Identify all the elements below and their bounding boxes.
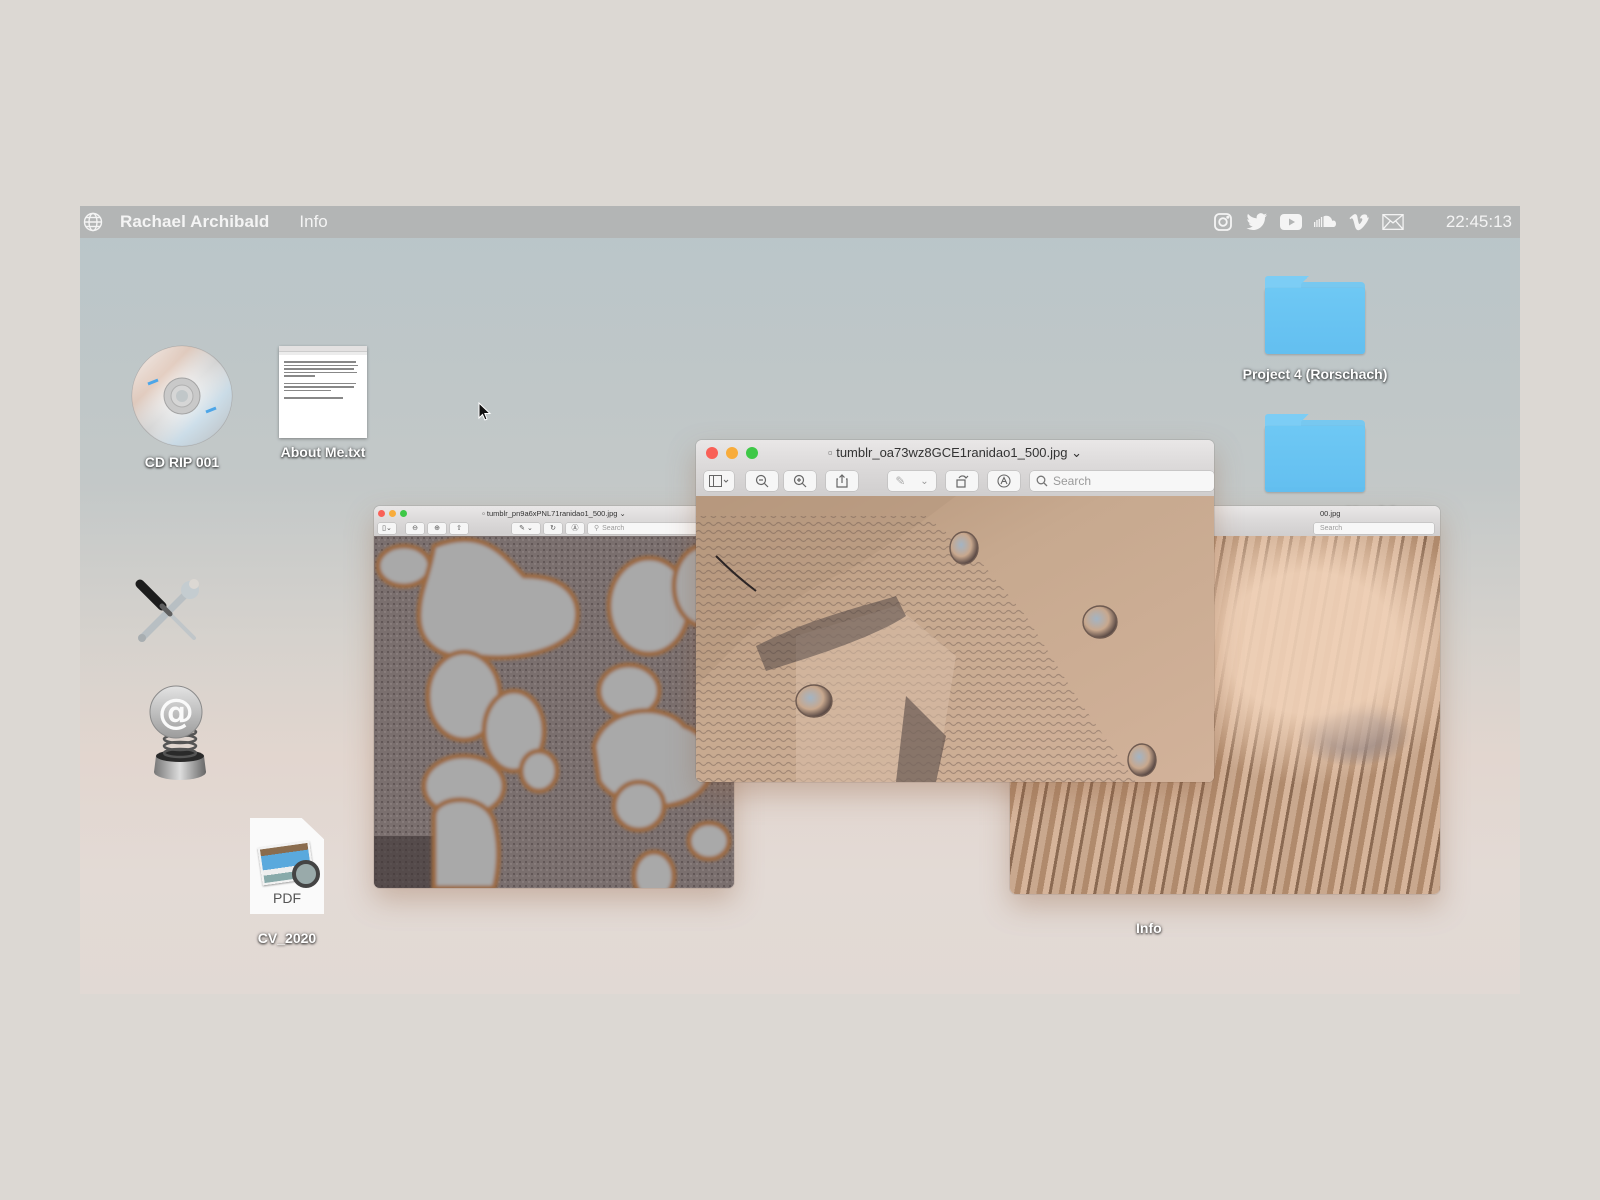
soundcloud-icon[interactable] [1313,211,1336,233]
window-titlebar[interactable]: ▫ tumblr_pn9a6xPNL71ranidao1_500.jpg ⌄ [374,506,734,520]
at-spring-icon: @ [149,685,206,780]
mouse-cursor-icon [478,402,492,421]
folder-icon [1265,276,1365,356]
menu-info[interactable]: Info [299,212,327,232]
pdf-icon: PDF [250,818,324,914]
preview-window-left[interactable]: ▫ tumblr_pn9a6xPNL71ranidao1_500.jpg ⌄ ▯… [374,506,734,888]
sidebar-toggle-button[interactable]: ▯⌄ [378,522,396,534]
tools-icon [135,579,199,642]
youtube-icon[interactable] [1279,211,1302,233]
image-canvas [696,496,1214,782]
instagram-icon[interactable] [1212,211,1234,233]
vimeo-icon[interactable] [1348,211,1370,233]
rorschach-image [374,536,734,888]
document-icon: ▫ [827,445,833,460]
desktop-item-cd-rip[interactable]: CD RIP 001 [131,344,233,470]
desktop-item-about-me[interactable]: About Me.txt [268,346,378,460]
search-icon: ⚲ [594,525,600,532]
menu-bar: Rachael Archibald Info 22:45:13 [80,206,1520,238]
rotate-button[interactable] [946,471,978,491]
water-droplet-image [696,496,1214,782]
document-icon: ▫ [482,508,485,518]
search-icon [1036,475,1048,487]
folder-icon [1265,414,1365,494]
chevron-down-icon[interactable]: ⌄ [620,509,626,518]
chevron-down-icon[interactable]: ⌄ [1071,445,1082,460]
rotate-button[interactable]: ↻ [544,522,562,534]
markup-button[interactable]: ✎ ⌄ [888,471,936,491]
desktop-item-label: CV_2020 [257,930,317,946]
svg-text:@: @ [158,692,194,733]
window-titlebar[interactable]: ▫ tumblr_oa73wz8GCE1ranidao1_500.jpg ⌄ [696,440,1214,466]
window-title: ▫ tumblr_pn9a6xPNL71ranidao1_500.jpg ⌄ [482,508,626,518]
desktop-item-label: Project 4 (Rorschach) [1242,366,1388,382]
cd-icon [131,345,233,447]
desktop-item-cv[interactable]: PDF CV_2020 [242,818,332,946]
desktop-item-tools[interactable] [132,578,204,644]
markup-button[interactable]: ✎ ⌄ [512,522,540,534]
desktop-item-label: About Me.txt [280,444,366,460]
chevron-down-icon[interactable]: ⌄ [920,476,928,487]
mail-icon[interactable] [1382,211,1404,233]
zoom-out-button[interactable]: ⊖ [406,522,424,534]
annotate-button[interactable]: Ⓐ [566,522,584,534]
zoom-in-button[interactable] [784,471,816,491]
pdf-badge: PDF [273,890,301,906]
folder-project-4[interactable]: Project 4 (Rorschach) [1220,276,1410,382]
zoom-out-button[interactable] [746,471,778,491]
search-placeholder: Search [1320,524,1343,532]
share-button[interactable] [826,471,858,491]
folder-moods[interactable]: Moods) [1220,414,1410,520]
zoom-in-button[interactable]: ⊕ [428,522,446,534]
clock: 22:45:13 [1445,212,1512,231]
search-input[interactable]: Search [1314,522,1434,534]
pen-icon: ✎ [895,474,906,488]
search-placeholder: Search [1053,474,1092,488]
desktop-screen: Rachael Archibald Info 22:45:13 CD RIP 0… [80,206,1520,994]
text-document-icon [279,346,367,438]
globe-icon[interactable] [82,211,104,233]
sidebar-toggle-button[interactable] [704,471,734,491]
desktop-item-label: CD RIP 001 [144,454,220,470]
annotate-button[interactable] [988,471,1020,491]
share-button[interactable]: ⇧ [450,522,468,534]
search-placeholder: Search [602,524,625,532]
site-owner-name[interactable]: Rachael Archibald [120,212,269,232]
window-title: ▫ tumblr_oa73wz8GCE1ranidao1_500.jpg ⌄ [827,445,1083,460]
twitter-icon[interactable] [1246,211,1268,233]
desktop-item-mail-spring[interactable]: @ [140,684,216,782]
preview-window-front[interactable]: ▫ tumblr_oa73wz8GCE1ranidao1_500.jpg ⌄ ✎… [696,440,1214,782]
search-input[interactable]: Search [1030,471,1214,491]
info-label[interactable]: Info [1136,920,1162,936]
image-canvas [374,536,734,888]
search-input[interactable]: ⚲ Search [588,522,704,534]
